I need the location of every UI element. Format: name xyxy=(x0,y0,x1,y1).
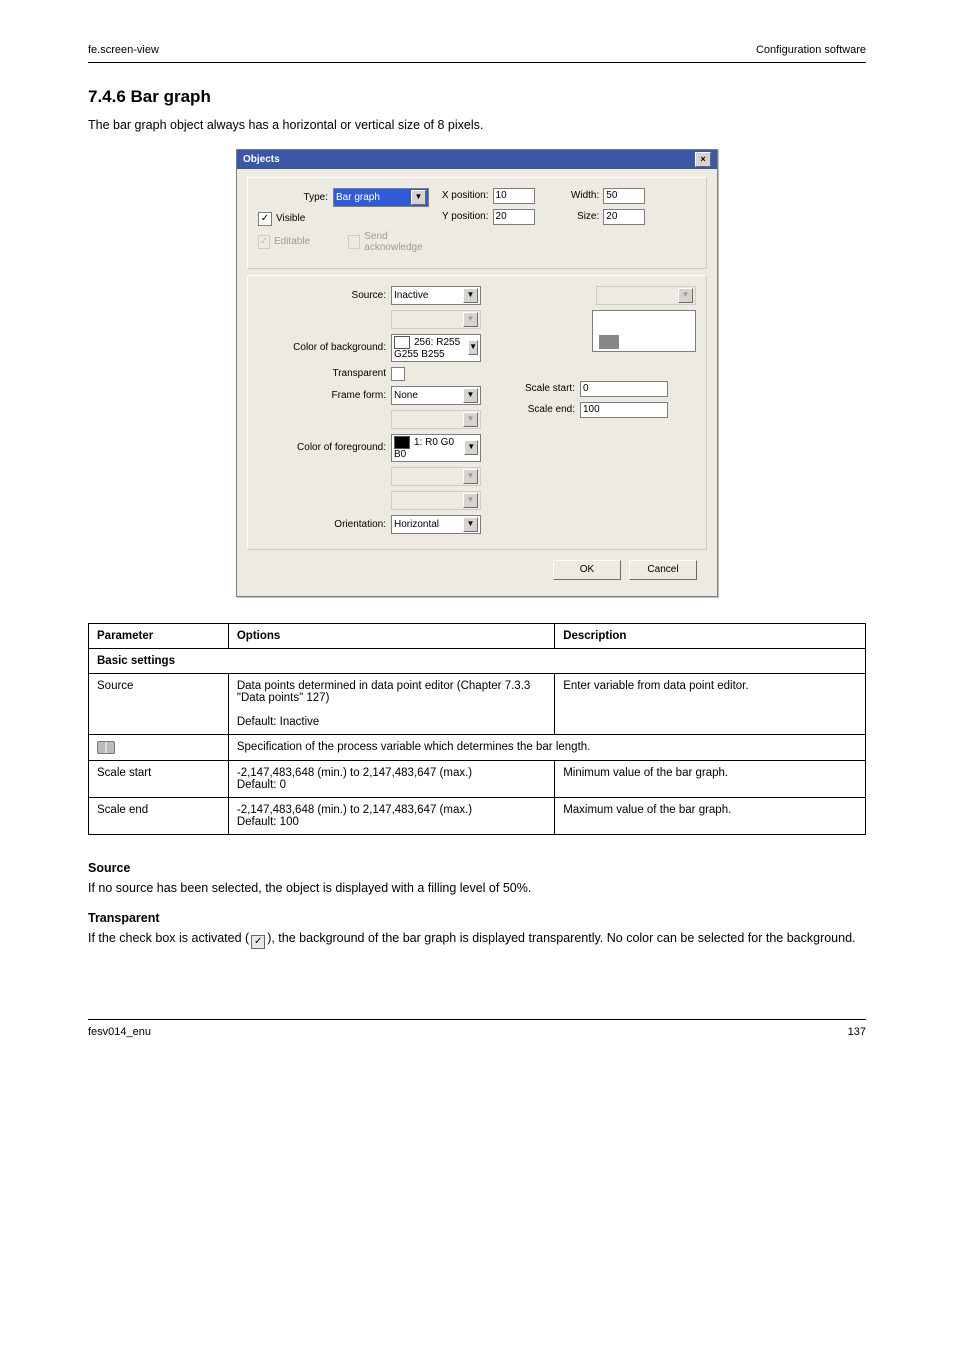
checked-icon: ✓ xyxy=(251,935,265,949)
visible-label: Visible xyxy=(276,213,305,224)
chevron-down-icon[interactable]: ▼ xyxy=(464,440,478,455)
bgcolor-combo[interactable]: 256: R255 G255 B255 ▼ xyxy=(391,334,481,362)
dialog-title: Objects xyxy=(243,154,280,165)
frame-label: Frame form: xyxy=(258,390,391,401)
size-input[interactable] xyxy=(603,209,645,225)
table-row: Scale start -2,147,483,648 (min.) to 2,1… xyxy=(89,760,866,797)
chevron-down-icon: ▼ xyxy=(463,469,478,484)
width-label: Width: xyxy=(565,190,603,201)
table-row: Source Data points determined in data po… xyxy=(89,673,866,734)
chevron-down-icon[interactable]: ▼ xyxy=(463,288,478,303)
sendack-checkbox xyxy=(348,235,360,249)
parameter-table: Parameter Options Description Basic sett… xyxy=(88,623,866,835)
visible-checkbox[interactable]: ✓ xyxy=(258,212,272,226)
frame-combo[interactable]: None ▼ xyxy=(391,386,481,405)
section-intro: The bar graph object always has a horizo… xyxy=(88,117,866,135)
chevron-down-icon[interactable]: ▼ xyxy=(463,517,478,532)
th-options: Options xyxy=(228,623,554,648)
scale-start-input[interactable] xyxy=(580,381,668,397)
chevron-down-icon: ▼ xyxy=(463,312,478,327)
frame-sub-combo: ▼ xyxy=(391,410,481,429)
dialog-titlebar: Objects × xyxy=(237,150,717,169)
chevron-down-icon[interactable]: ▼ xyxy=(411,190,426,205)
footer-left: fesv014_enu xyxy=(88,1026,151,1038)
fgcolor-label: Color of foreground: xyxy=(258,442,391,453)
sendack-label: Send acknowledge xyxy=(364,231,434,253)
table-row: Scale end -2,147,483,648 (min.) to 2,147… xyxy=(89,797,866,834)
chevron-down-icon: ▼ xyxy=(463,493,478,508)
type-combo[interactable]: Bar graph ▼ xyxy=(333,188,429,207)
footer-divider xyxy=(88,1019,866,1020)
subhead-source: Source xyxy=(88,861,866,875)
row-basic-settings: Basic settings xyxy=(89,648,866,673)
extra-combo-disabled: ▼ xyxy=(596,286,696,305)
header-divider xyxy=(88,62,866,63)
chevron-down-icon: ▼ xyxy=(463,412,478,427)
cancel-button[interactable]: Cancel xyxy=(629,560,697,580)
chevron-down-icon: ▼ xyxy=(678,288,693,303)
editable-label: Editable xyxy=(274,236,310,247)
editable-checkbox: ✓ xyxy=(258,235,270,249)
panel-top: Type: Bar graph ▼ ✓ Visible ✓ xyxy=(247,177,707,269)
footer-right: 137 xyxy=(848,1026,866,1038)
orientation-label: Orientation: xyxy=(258,519,391,530)
fgcolor-combo[interactable]: 1: R0 G0 B0 ▼ xyxy=(391,434,481,462)
header-left: fe.screen-view xyxy=(88,44,159,56)
ypos-label: Y position: xyxy=(435,211,493,222)
objects-dialog: Objects × Type: Bar graph ▼ xyxy=(236,149,718,597)
scale-start-label: Scale start: xyxy=(495,383,580,394)
scale-end-input[interactable] xyxy=(580,402,668,418)
preview-box xyxy=(592,310,696,352)
chevron-down-icon[interactable]: ▼ xyxy=(463,388,478,403)
xpos-input[interactable] xyxy=(493,188,535,204)
width-input[interactable] xyxy=(603,188,645,204)
fgcolor-sub2-combo: ▼ xyxy=(391,491,481,510)
th-description: Description xyxy=(555,623,866,648)
ypos-input[interactable] xyxy=(493,209,535,225)
para-transparent: If the check box is activated (✓), the b… xyxy=(88,929,866,949)
fgcolor-sub1-combo: ▼ xyxy=(391,467,481,486)
scale-end-label: Scale end: xyxy=(495,404,580,415)
source-label: Source: xyxy=(258,290,391,301)
preview-bar xyxy=(599,335,619,349)
th-parameter: Parameter xyxy=(89,623,229,648)
header-right: Configuration software xyxy=(756,44,866,56)
source-combo[interactable]: Inactive ▼ xyxy=(391,286,481,305)
para-source: If no source has been selected, the obje… xyxy=(88,879,866,897)
type-label: Type: xyxy=(258,192,333,203)
book-icon xyxy=(97,741,115,754)
subhead-transparent: Transparent xyxy=(88,911,866,925)
table-row: Specification of the process variable wh… xyxy=(89,734,866,760)
ok-button[interactable]: OK xyxy=(553,560,621,580)
section-title: 7.4.6 Bar graph xyxy=(88,87,866,107)
xpos-label: X position: xyxy=(435,190,493,201)
transparent-label: Transparent xyxy=(258,368,391,379)
orientation-combo[interactable]: Horizontal ▼ xyxy=(391,515,481,534)
size-label: Size: xyxy=(565,211,603,222)
close-icon[interactable]: × xyxy=(695,152,711,167)
chevron-down-icon[interactable]: ▼ xyxy=(468,340,478,355)
bgcolor-label: Color of background: xyxy=(258,342,391,353)
panel-mid: Source: Inactive ▼ . ▼ xyxy=(247,275,707,550)
transparent-checkbox[interactable] xyxy=(391,367,405,381)
source-sub-combo: ▼ xyxy=(391,310,481,329)
